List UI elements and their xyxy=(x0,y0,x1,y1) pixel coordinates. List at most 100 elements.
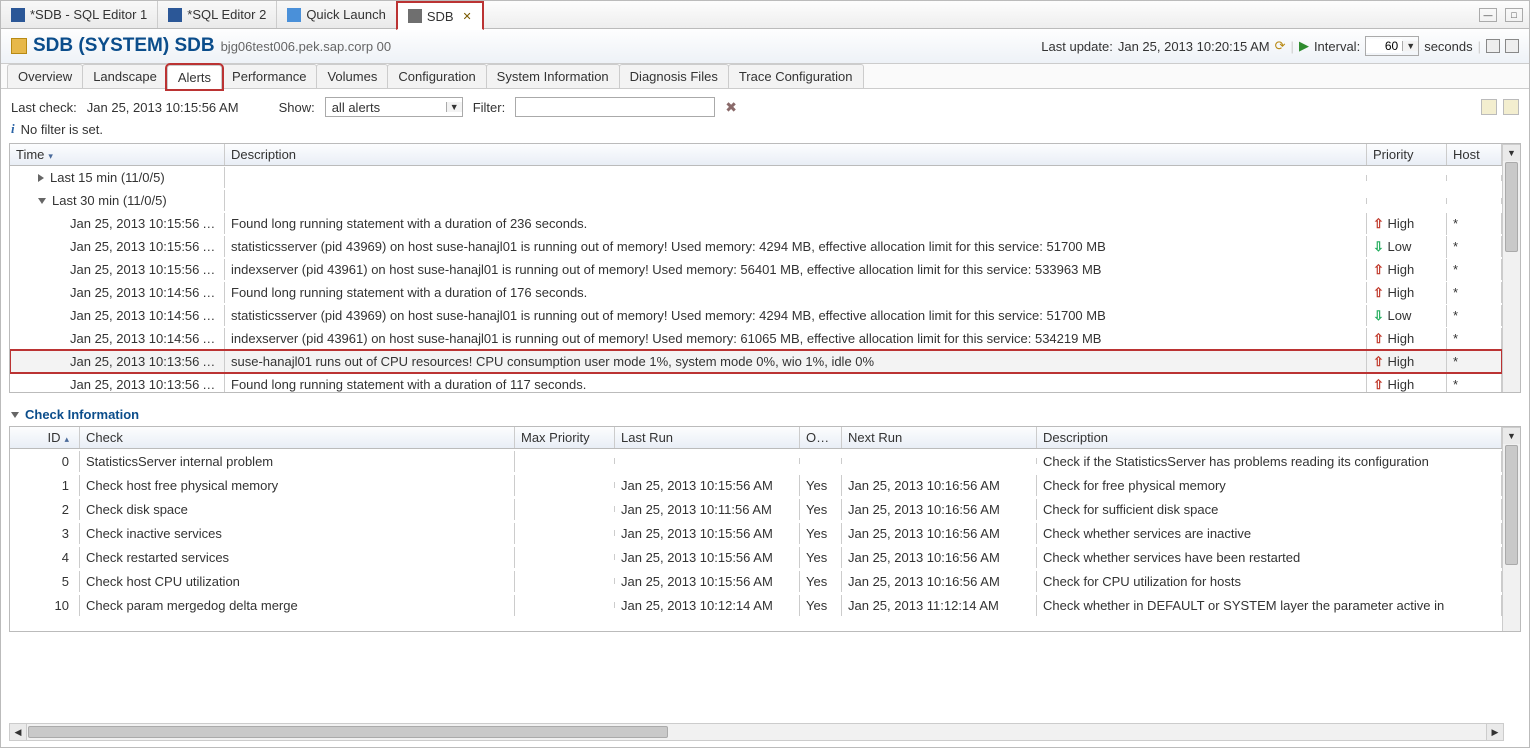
show-dropdown[interactable]: all alerts ▼ xyxy=(325,97,463,117)
tab-quick-launch[interactable]: Quick Launch xyxy=(277,1,397,28)
alerts-toolbar: Last check: Jan 25, 2013 10:15:56 AM Sho… xyxy=(1,89,1529,121)
flask-icon xyxy=(408,9,422,23)
alert-row[interactable]: Jan 25, 2013 10:14:56 AMstatisticsserver… xyxy=(10,304,1502,327)
chevron-down-icon[interactable]: ▼ xyxy=(1402,41,1418,51)
check-row[interactable]: 5Check host CPU utilizationJan 25, 2013 … xyxy=(10,569,1502,593)
tab-configuration[interactable]: Configuration xyxy=(387,64,486,88)
page-tabs: Overview Landscape Alerts Performance Vo… xyxy=(1,64,1529,89)
cell-desc: Check for free physical memory xyxy=(1037,475,1502,496)
cell-time: Jan 25, 2013 10:14:56 AM xyxy=(10,305,225,326)
scroll-thumb[interactable] xyxy=(1505,162,1518,252)
tab-sql-editor-1[interactable]: *SDB - SQL Editor 1 xyxy=(1,1,158,28)
cell-desc: Found long running statement with a dura… xyxy=(225,282,1367,303)
priority-up-icon: ⇧ xyxy=(1373,377,1384,392)
alert-row[interactable]: Jan 25, 2013 10:15:56 AMFound long runni… xyxy=(10,212,1502,235)
tab-landscape[interactable]: Landscape xyxy=(82,64,168,88)
cell-priority: ⇩ Low xyxy=(1367,305,1447,327)
cell-desc: Check whether in DEFAULT or SYSTEM layer… xyxy=(1037,595,1502,616)
cell-check: Check disk space xyxy=(80,499,515,520)
tab-sql-editor-2[interactable]: *SQL Editor 2 xyxy=(158,1,277,28)
alert-group[interactable]: Last 15 min (11/0/5) xyxy=(10,166,1502,189)
tab-system-information[interactable]: System Information xyxy=(486,64,620,88)
interval-input[interactable] xyxy=(1366,39,1402,53)
tab-overview[interactable]: Overview xyxy=(7,64,83,88)
col-id[interactable]: ID▴ xyxy=(10,427,80,448)
alert-row[interactable]: Jan 25, 2013 10:14:56 AMindexserver (pid… xyxy=(10,327,1502,350)
run-icon[interactable]: ▶ xyxy=(1299,38,1309,54)
check-row[interactable]: 4Check restarted servicesJan 25, 2013 10… xyxy=(10,545,1502,569)
tab-diagnosis-files[interactable]: Diagnosis Files xyxy=(619,64,729,88)
alerts-header: Time▾ Description Priority Host xyxy=(10,144,1502,166)
cell-max xyxy=(515,554,615,560)
vertical-scrollbar[interactable]: ▲ ▼ xyxy=(1502,427,1520,631)
cell-time: Jan 25, 2013 10:15:56 AM xyxy=(10,259,225,280)
horizontal-scrollbar[interactable]: ◀ ▶ xyxy=(9,723,1504,741)
vertical-scrollbar[interactable]: ▲ ▼ xyxy=(1502,144,1520,392)
cell-host: * xyxy=(1447,236,1502,257)
cell-next: Jan 25, 2013 10:16:56 AM xyxy=(842,475,1037,496)
priority-up-icon: ⇧ xyxy=(1373,216,1384,231)
col-description[interactable]: Description xyxy=(225,144,1367,165)
tab-trace-configuration[interactable]: Trace Configuration xyxy=(728,64,864,88)
scroll-thumb[interactable] xyxy=(28,726,668,738)
col-description[interactable]: Description xyxy=(1037,427,1502,448)
check-row[interactable]: 10Check param mergedog delta mergeJan 25… xyxy=(10,593,1502,617)
toolbar-settings-icon[interactable] xyxy=(1481,99,1497,115)
scroll-right-icon[interactable]: ▶ xyxy=(1486,724,1503,740)
cell-next: Jan 25, 2013 10:16:56 AM xyxy=(842,571,1037,592)
col-host[interactable]: Host xyxy=(1447,144,1502,165)
alerts-table: Time▾ Description Priority Host Last 15 … xyxy=(9,143,1521,393)
cell-desc: suse-hanajl01 runs out of CPU resources!… xyxy=(225,351,1367,372)
check-info-section-toggle[interactable]: Check Information xyxy=(11,407,1519,422)
clear-filter-icon[interactable]: ✖ xyxy=(725,99,737,116)
maximize-button[interactable]: □ xyxy=(1505,8,1523,22)
chevron-down-icon[interactable]: ▼ xyxy=(446,102,462,112)
info-row: i No filter is set. xyxy=(1,121,1529,143)
cell-host: * xyxy=(1447,328,1502,349)
col-priority[interactable]: Priority xyxy=(1367,144,1447,165)
cell-host: * xyxy=(1447,374,1502,392)
cell-priority: ⇩ Low xyxy=(1367,236,1447,258)
toolbar-columns-icon[interactable] xyxy=(1503,99,1519,115)
col-max-priority[interactable]: Max Priority xyxy=(515,427,615,448)
tab-performance[interactable]: Performance xyxy=(221,64,317,88)
check-row[interactable]: 2Check disk spaceJan 25, 2013 10:11:56 A… xyxy=(10,497,1502,521)
alert-row[interactable]: Jan 25, 2013 10:13:56 AMsuse-hanajl01 ru… xyxy=(10,350,1502,373)
sort-caret-icon: ▴ xyxy=(64,434,69,444)
cell-last: Jan 25, 2013 10:11:56 AM xyxy=(615,499,800,520)
scroll-thumb[interactable] xyxy=(1505,445,1518,565)
filter-input[interactable] xyxy=(515,97,715,117)
scroll-left-icon[interactable]: ◀ xyxy=(10,724,27,740)
check-row[interactable]: 0StatisticsServer internal problemCheck … xyxy=(10,449,1502,473)
check-row[interactable]: 3Check inactive servicesJan 25, 2013 10:… xyxy=(10,521,1502,545)
cell-next xyxy=(842,458,1037,464)
alert-row[interactable]: Jan 25, 2013 10:15:56 AMindexserver (pid… xyxy=(10,258,1502,281)
scroll-down-icon[interactable]: ▼ xyxy=(1503,427,1520,444)
tab-volumes[interactable]: Volumes xyxy=(316,64,388,88)
scroll-down-icon[interactable]: ▼ xyxy=(1503,144,1520,161)
close-icon[interactable]: ✕ xyxy=(463,10,472,23)
cell-max xyxy=(515,530,615,536)
tab-label: Quick Launch xyxy=(306,7,386,22)
last-update-value: Jan 25, 2013 10:20:15 AM xyxy=(1118,39,1270,54)
cell-priority: ⇧ High xyxy=(1367,328,1447,350)
col-next-run[interactable]: Next Run xyxy=(842,427,1037,448)
minimize-button[interactable]: — xyxy=(1479,8,1497,22)
interval-stepper[interactable]: ▼ xyxy=(1365,36,1419,56)
check-row[interactable]: 1Check host free physical memoryJan 25, … xyxy=(10,473,1502,497)
copy-icon[interactable] xyxy=(1486,39,1500,53)
col-time[interactable]: Time▾ xyxy=(10,144,225,165)
tab-sdb[interactable]: SDB✕ xyxy=(396,1,484,30)
refresh-icon[interactable]: ⟳ xyxy=(1275,38,1286,54)
alert-row[interactable]: Jan 25, 2013 10:14:56 AMFound long runni… xyxy=(10,281,1502,304)
alert-row[interactable]: Jan 25, 2013 10:13:56 AMFound long runni… xyxy=(10,373,1502,392)
chevron-down-icon xyxy=(38,198,46,204)
col-on[interactable]: On ... xyxy=(800,427,842,448)
save-icon[interactable] xyxy=(1505,39,1519,53)
cell-last: Jan 25, 2013 10:15:56 AM xyxy=(615,571,800,592)
col-check[interactable]: Check xyxy=(80,427,515,448)
alert-row[interactable]: Jan 25, 2013 10:15:56 AMstatisticsserver… xyxy=(10,235,1502,258)
alert-group[interactable]: Last 30 min (11/0/5) xyxy=(10,189,1502,212)
tab-alerts[interactable]: Alerts xyxy=(167,65,222,89)
col-last-run[interactable]: Last Run xyxy=(615,427,800,448)
